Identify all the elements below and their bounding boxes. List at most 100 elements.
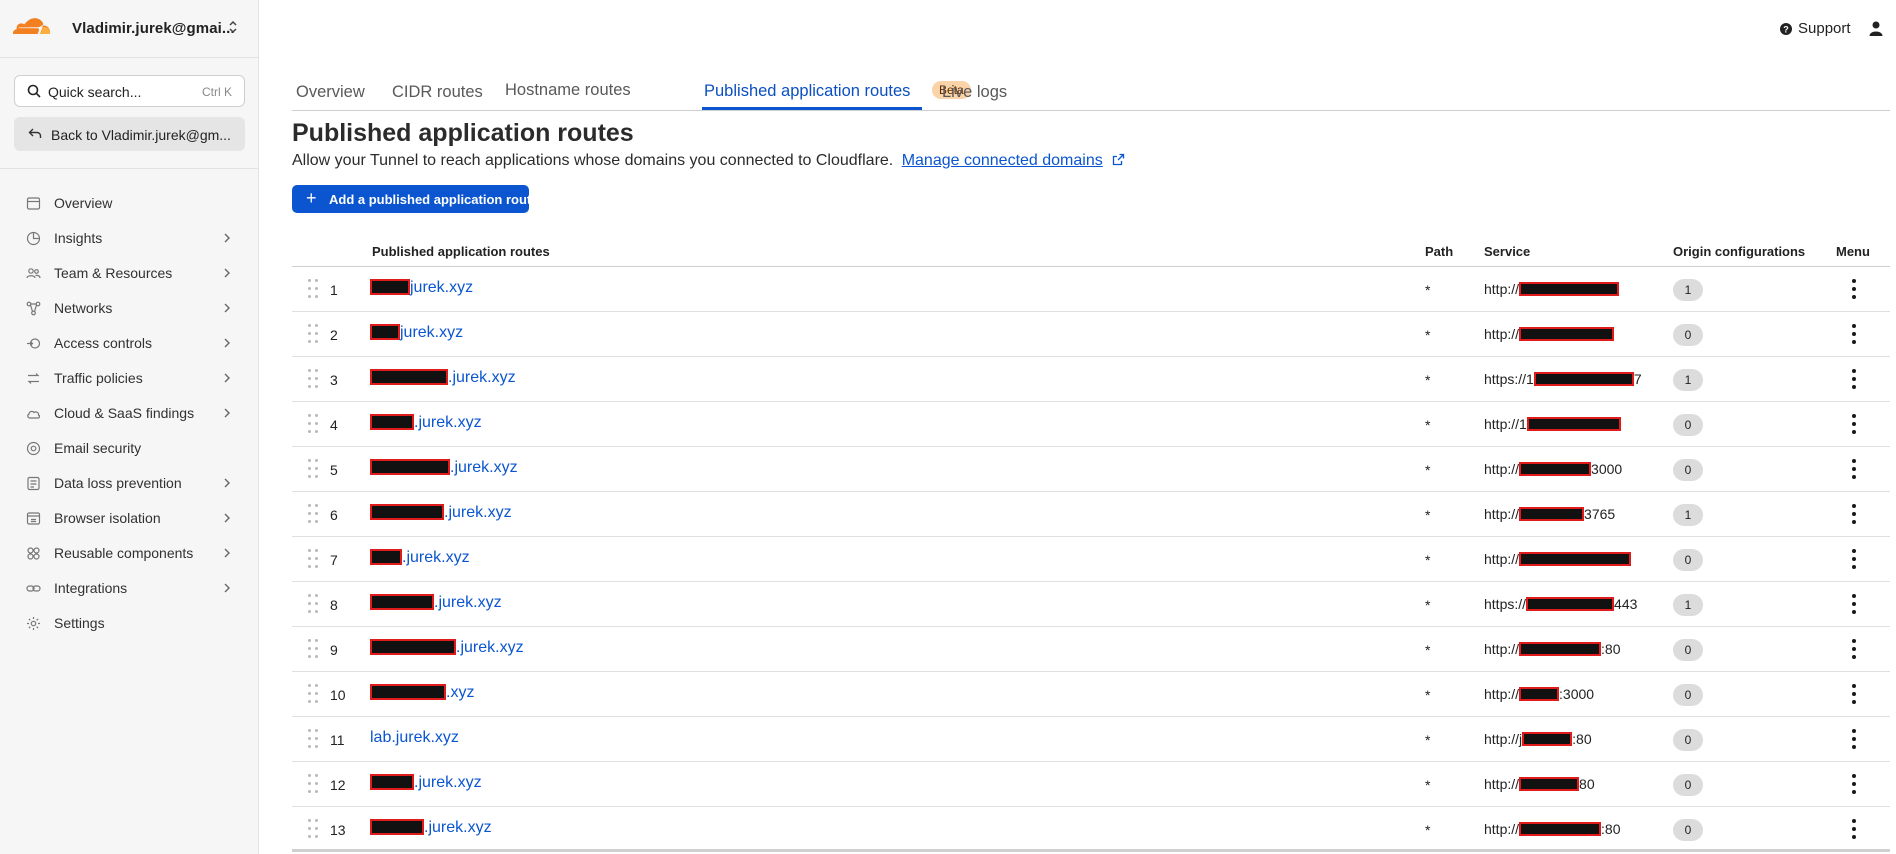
table-row[interactable]: 7 .jurek.xyz * http:// 0 (292, 537, 1890, 582)
route-hostname-link[interactable]: jurek.xyz (370, 324, 463, 342)
origin-config-count: 1 (1673, 594, 1703, 616)
sidebar-item-settings[interactable]: Settings (0, 606, 259, 641)
sidebar-item-overview[interactable]: Overview (0, 186, 259, 221)
redaction-mark (1526, 597, 1615, 611)
sidebar-item-browser-isolation[interactable]: Browser isolation (0, 501, 259, 536)
manage-connected-domains-link[interactable]: Manage connected domains (902, 152, 1103, 169)
table-row[interactable]: 11 lab.jurek.xyz * http://j:80 0 (292, 717, 1890, 762)
account-switcher[interactable]: Vladimir.jurek@gmai... (0, 0, 259, 58)
drag-handle-icon[interactable] (308, 594, 320, 616)
sidebar-item-label: Access controls (54, 335, 153, 351)
row-menu-icon[interactable] (1851, 279, 1857, 301)
route-hostname-link[interactable]: .jurek.xyz (370, 549, 470, 567)
tab-hostname-routes[interactable]: Hostname routes (505, 81, 631, 100)
sidebar-item-traffic-policies[interactable]: Traffic policies (0, 361, 259, 396)
route-hostname-link[interactable]: .jurek.xyz (370, 639, 524, 657)
row-menu-icon[interactable] (1851, 414, 1857, 436)
row-menu-icon[interactable] (1851, 549, 1857, 571)
table-row[interactable]: 6 .jurek.xyz * http:// 3765 1 (292, 492, 1890, 537)
tab-overview[interactable]: Overview (296, 83, 365, 102)
table-body: 1 jurek.xyz * http:// 1 2 jurek.xyz * ht… (292, 267, 1890, 852)
support-button[interactable]: ? Support (1780, 20, 1851, 37)
route-path: * (1425, 507, 1431, 523)
table-row[interactable]: 1 jurek.xyz * http:// 1 (292, 267, 1890, 312)
drag-handle-icon[interactable] (308, 414, 320, 436)
route-hostname-link[interactable]: .jurek.xyz (370, 459, 518, 477)
drag-handle-icon[interactable] (308, 279, 320, 301)
sidebar-item-networks[interactable]: Networks (0, 291, 259, 326)
chevron-right-icon (224, 233, 230, 243)
table-row[interactable]: 12 .jurek.xyz * http:// 80 0 (292, 762, 1890, 807)
sidebar-item-insights[interactable]: Insights (0, 221, 259, 256)
service-prefix: http:// (1484, 641, 1520, 657)
sidebar-item-label: Cloud & SaaS findings (54, 405, 195, 421)
sidebar-item-cloud-saas[interactable]: Cloud & SaaS findings (0, 396, 259, 431)
route-service: http:// (1484, 551, 1632, 567)
drag-handle-icon[interactable] (308, 549, 320, 571)
table-row[interactable]: 3 .jurek.xyz * https://1 7 1 (292, 357, 1890, 402)
row-menu-icon[interactable] (1851, 774, 1857, 796)
row-menu-icon[interactable] (1851, 369, 1857, 391)
cloud-icon (27, 410, 41, 419)
sidebar-item-data-loss-prevention[interactable]: Data loss prevention (0, 466, 259, 501)
service-suffix: 7 (1633, 371, 1642, 387)
drag-handle-icon[interactable] (308, 369, 320, 391)
sidebar-item-team-resources[interactable]: Team & Resources (0, 256, 259, 291)
table-row[interactable]: 9 .jurek.xyz * http://:80 0 (292, 627, 1890, 672)
route-hostname-link[interactable]: .jurek.xyz (370, 504, 512, 522)
sidebar-item-integrations[interactable]: Integrations (0, 571, 259, 606)
origin-config-count: 1 (1673, 279, 1703, 301)
sidebar-item-reusable-components[interactable]: Reusable components (0, 536, 259, 571)
sidebar-item-email-security[interactable]: Email security (0, 431, 259, 466)
route-hostname-link[interactable]: .jurek.xyz (370, 594, 502, 612)
tab-cidr-routes[interactable]: CIDR routes (392, 83, 483, 102)
tab-live-logs[interactable]: Live logs (942, 83, 1007, 102)
table-row[interactable]: 2 jurek.xyz * http:// 0 (292, 312, 1890, 357)
add-published-application-route-button[interactable]: + Add a published application route (292, 185, 538, 213)
route-hostname-link[interactable]: jurek.xyz (370, 279, 473, 297)
drag-handle-icon[interactable] (308, 324, 320, 346)
tab-published-application-routes[interactable]: Published application routes (704, 82, 910, 101)
origin-config-count: 1 (1673, 369, 1703, 391)
cloudflare-logo-icon[interactable] (13, 18, 51, 36)
drag-handle-icon[interactable] (308, 774, 320, 796)
redaction-mark (1519, 462, 1592, 476)
route-hostname-link[interactable]: .jurek.xyz (370, 774, 482, 792)
row-menu-icon[interactable] (1851, 459, 1857, 481)
origin-config-count: 0 (1673, 774, 1703, 796)
table-row[interactable]: 8 .jurek.xyz * https:// 443 1 (292, 582, 1890, 627)
route-hostname-link[interactable]: .xyz (370, 684, 474, 702)
row-menu-icon[interactable] (1851, 504, 1857, 526)
row-menu-icon[interactable] (1851, 819, 1857, 841)
external-link-icon[interactable] (1112, 153, 1125, 166)
row-menu-icon[interactable] (1851, 684, 1857, 706)
sidebar-nav: Overview Insights Team & Resources Netwo… (0, 186, 259, 641)
table-row[interactable]: 5 .jurek.xyz * http:// 3000 0 (292, 447, 1890, 492)
row-menu-icon[interactable] (1851, 324, 1857, 346)
sidebar-item-access-controls[interactable]: Access controls (0, 326, 259, 361)
active-tab-indicator (702, 107, 922, 110)
account-name: Vladimir.jurek@gmai... (72, 20, 235, 37)
back-to-account-button[interactable]: Back to Vladimir.jurek@gm... (14, 117, 245, 151)
route-hostname-link[interactable]: .jurek.xyz (370, 414, 482, 432)
quick-search-input[interactable]: Quick search... Ctrl K (14, 75, 245, 107)
sidebar-item-label: Browser isolation (54, 510, 161, 526)
drag-handle-icon[interactable] (308, 459, 320, 481)
user-icon[interactable] (1869, 21, 1883, 36)
route-service: http:// 3765 (1484, 506, 1615, 522)
drag-handle-icon[interactable] (308, 504, 320, 526)
drag-handle-icon[interactable] (308, 684, 320, 706)
route-hostname-link[interactable]: lab.jurek.xyz (370, 729, 459, 747)
row-menu-icon[interactable] (1851, 594, 1857, 616)
row-menu-icon[interactable] (1851, 639, 1857, 661)
drag-handle-icon[interactable] (308, 639, 320, 661)
route-hostname-link[interactable]: .jurek.xyz (370, 819, 492, 837)
table-row[interactable]: 13 .jurek.xyz * http://:80 0 (292, 807, 1890, 852)
route-host-text: .jurek.xyz (444, 504, 512, 521)
table-row[interactable]: 4 .jurek.xyz * http://1 0 (292, 402, 1890, 447)
drag-handle-icon[interactable] (308, 729, 320, 751)
route-hostname-link[interactable]: .jurek.xyz (370, 369, 516, 387)
drag-handle-icon[interactable] (308, 819, 320, 841)
row-menu-icon[interactable] (1851, 729, 1857, 751)
table-row[interactable]: 10 .xyz * http://:3000 0 (292, 672, 1890, 717)
